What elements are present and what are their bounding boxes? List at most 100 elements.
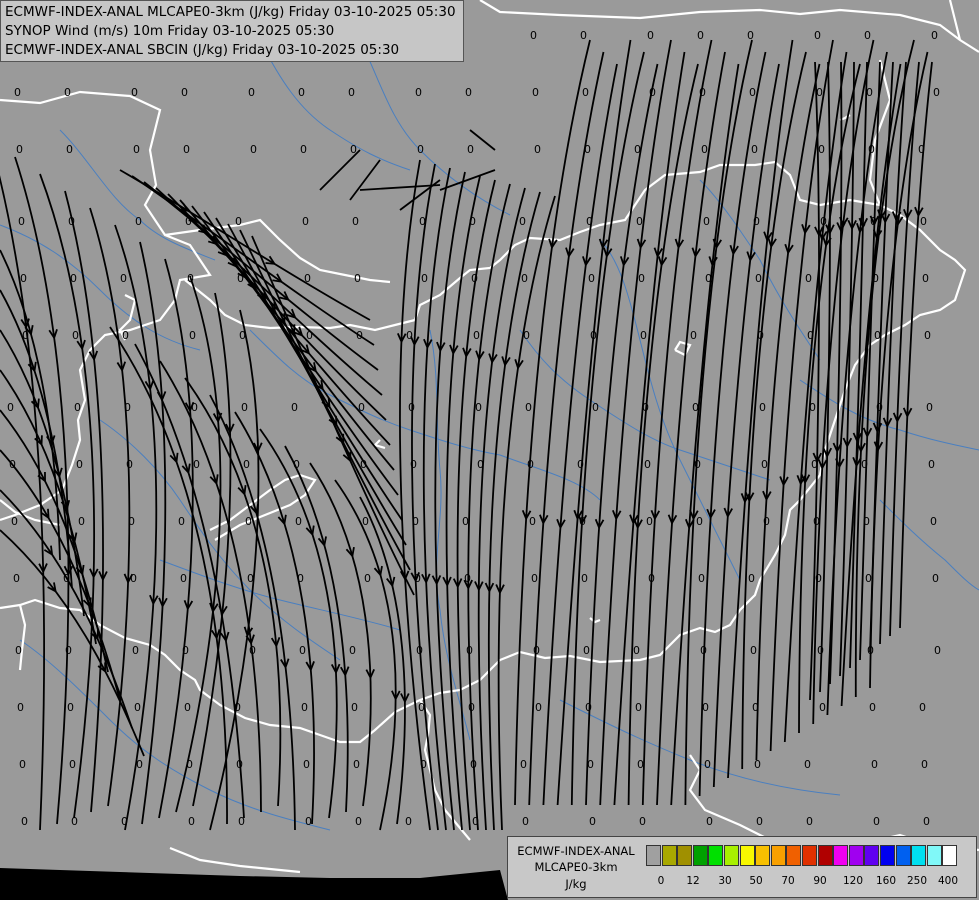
station-value-label: 0	[757, 329, 764, 342]
station-value-label: 0	[861, 458, 868, 471]
station-value-label: 0	[470, 758, 477, 771]
station-value-label: 0	[131, 86, 138, 99]
station-value-label: 0	[805, 272, 812, 285]
station-value-label: 0	[579, 515, 586, 528]
station-value-label: 0	[636, 215, 643, 228]
station-value-label: 0	[187, 272, 194, 285]
station-value-label: 0	[748, 572, 755, 585]
station-value-label: 0	[818, 143, 825, 156]
title-box: ECMWF-INDEX-ANAL MLCAPE0-3km (J/kg) Frid…	[0, 0, 464, 62]
station-value-label: 0	[15, 644, 22, 657]
station-value-label: 0	[234, 701, 241, 714]
legend-swatch	[770, 845, 786, 866]
station-value-label: 0	[301, 701, 308, 714]
station-value-label: 0	[130, 572, 137, 585]
station-value-label: 0	[584, 143, 591, 156]
station-value-label: 0	[245, 515, 252, 528]
legend-tick-label: 120	[842, 875, 864, 887]
station-value-label: 0	[465, 86, 472, 99]
station-value-label: 0	[67, 701, 74, 714]
station-value-label: 0	[535, 701, 542, 714]
station-value-label: 0	[761, 458, 768, 471]
station-value-label: 0	[72, 329, 79, 342]
station-value-label: 0	[646, 515, 653, 528]
station-value-label: 0	[815, 572, 822, 585]
station-value-label: 0	[64, 86, 71, 99]
station-value-label: 0	[249, 644, 256, 657]
station-value-label: 0	[128, 515, 135, 528]
station-value-label: 0	[867, 644, 874, 657]
station-value-label: 0	[415, 86, 422, 99]
station-value-label: 0	[647, 29, 654, 42]
station-value-label: 0	[864, 29, 871, 42]
station-value-label: 0	[525, 401, 532, 414]
station-value-label: 0	[863, 515, 870, 528]
station-value-label: 0	[692, 401, 699, 414]
station-value-label: 0	[475, 401, 482, 414]
station-value-label: 0	[182, 644, 189, 657]
legend-swatch	[677, 845, 693, 866]
station-value-label: 0	[806, 815, 813, 828]
station-value-label: 0	[472, 815, 479, 828]
legend-swatch	[739, 845, 755, 866]
station-value-label: 0	[928, 458, 935, 471]
station-value-label: 0	[477, 458, 484, 471]
station-value-label: 0	[420, 758, 427, 771]
station-value-label: 0	[747, 29, 754, 42]
station-value-label: 0	[348, 86, 355, 99]
station-value-label: 0	[121, 815, 128, 828]
station-value-label: 0	[580, 29, 587, 42]
station-value-label: 0	[698, 572, 705, 585]
station-value-label: 0	[239, 329, 246, 342]
station-value-label: 0	[869, 701, 876, 714]
station-value-label: 0	[467, 143, 474, 156]
station-value-label: 0	[926, 401, 933, 414]
station-value-label: 0	[704, 758, 711, 771]
station-value-label: 0	[932, 572, 939, 585]
station-value-label: 0	[13, 572, 20, 585]
station-value-label: 0	[923, 815, 930, 828]
station-value-label: 0	[703, 215, 710, 228]
station-value-label: 0	[188, 815, 195, 828]
station-value-label: 0	[136, 758, 143, 771]
station-value-label: 0	[648, 572, 655, 585]
station-value-label: 0	[180, 572, 187, 585]
station-value-label: 0	[816, 86, 823, 99]
station-value-label: 0	[820, 215, 827, 228]
station-value-label: 0	[237, 272, 244, 285]
station-value-label: 0	[21, 815, 28, 828]
station-value-label: 0	[295, 515, 302, 528]
station-value-label: 0	[690, 329, 697, 342]
station-value-label: 0	[16, 143, 23, 156]
legend-name-line1: ECMWF-INDEX-ANAL	[517, 844, 635, 858]
station-value-label: 0	[872, 272, 879, 285]
station-value-label: 0	[291, 401, 298, 414]
station-value-label: 0	[11, 515, 18, 528]
station-value-label: 0	[809, 401, 816, 414]
station-value-label: 0	[531, 572, 538, 585]
station-value-label: 0	[811, 458, 818, 471]
station-value-label: 0	[76, 458, 83, 471]
station-value-label: 0	[9, 458, 16, 471]
station-value-label: 0	[238, 815, 245, 828]
station-value-label: 0	[753, 215, 760, 228]
station-value-label: 0	[814, 29, 821, 42]
station-value-label: 0	[70, 272, 77, 285]
legend-swatch	[833, 845, 849, 866]
station-value-label: 0	[135, 215, 142, 228]
station-value-label: 0	[700, 644, 707, 657]
station-value-label: 0	[642, 401, 649, 414]
legend-swatch	[786, 845, 802, 866]
station-value-label: 0	[933, 86, 940, 99]
station-value-label: 0	[519, 215, 526, 228]
station-value-label: 0	[532, 86, 539, 99]
station-value-label: 0	[65, 644, 72, 657]
station-value-label: 0	[462, 515, 469, 528]
station-value-label: 0	[874, 329, 881, 342]
station-value-label: 0	[529, 515, 536, 528]
station-value-label: 0	[920, 215, 927, 228]
legend-tick-label: 400	[937, 875, 959, 887]
station-value-label: 0	[17, 701, 24, 714]
station-value-label: 0	[416, 644, 423, 657]
station-value-label: 0	[405, 815, 412, 828]
